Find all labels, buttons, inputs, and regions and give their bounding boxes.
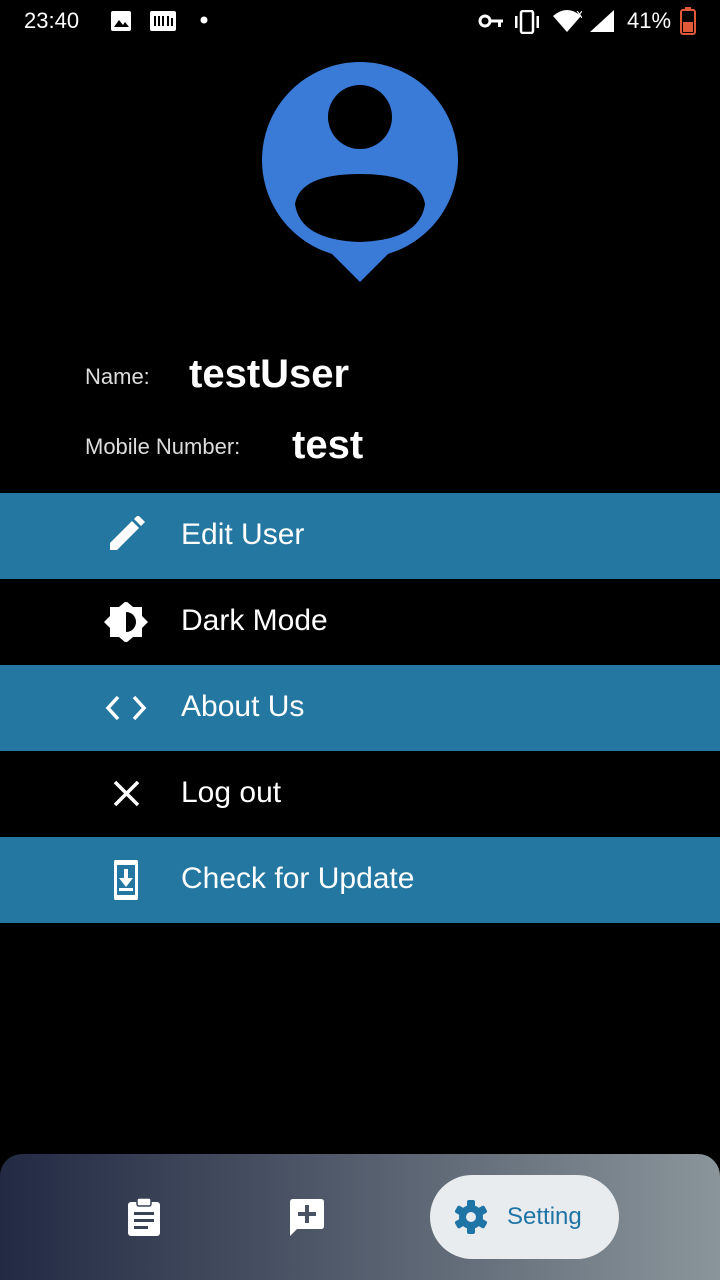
user-pin-icon [262, 62, 458, 282]
signal-icon [590, 10, 614, 32]
battery-icon [680, 7, 696, 35]
phone-download-icon [114, 860, 138, 900]
gear-icon [455, 1200, 487, 1234]
menu-item-log-out[interactable]: Log out [0, 751, 720, 837]
brightness-icon [104, 602, 148, 642]
menu-item-label: Log out [181, 776, 282, 809]
name-label: Name: [85, 364, 150, 389]
add-comment-icon[interactable] [287, 1198, 327, 1238]
battery-percent: 41% [627, 8, 672, 33]
wifi-icon: x [553, 8, 582, 32]
settings-menu: Edit User Dark Mode About Us Log out Che… [0, 493, 720, 923]
status-bar: 23:40 x 41% [0, 0, 720, 44]
vibrate-icon [515, 10, 539, 34]
menu-item-label: Edit User [181, 518, 305, 551]
nav-setting-label: Setting [507, 1203, 582, 1230]
menu-item-label: About Us [181, 690, 305, 723]
menu-item-check-for-update[interactable]: Check for Update [0, 837, 720, 923]
image-icon [111, 11, 131, 31]
menu-item-label: Dark Mode [181, 604, 328, 637]
code-icon [105, 695, 147, 721]
dot-icon [200, 16, 208, 24]
mobile-label: Mobile Number: [85, 434, 241, 459]
mobile-value: test [292, 423, 364, 467]
svg-text:x: x [576, 8, 582, 21]
menu-item-edit-user[interactable]: Edit User [0, 493, 720, 579]
menu-item-dark-mode[interactable]: Dark Mode [0, 579, 720, 665]
nav-setting-button[interactable]: Setting [430, 1175, 619, 1259]
pencil-icon [110, 516, 145, 550]
menu-item-label: Check for Update [181, 862, 415, 895]
key-icon [478, 14, 503, 28]
status-time: 23:40 [24, 8, 80, 33]
clipboard-icon[interactable] [124, 1197, 164, 1237]
bottom-nav: Setting [0, 1154, 720, 1280]
imdb-icon [150, 11, 176, 31]
name-value: testUser [189, 352, 350, 396]
menu-item-about-us[interactable]: About Us [0, 665, 720, 751]
close-icon [113, 780, 140, 807]
